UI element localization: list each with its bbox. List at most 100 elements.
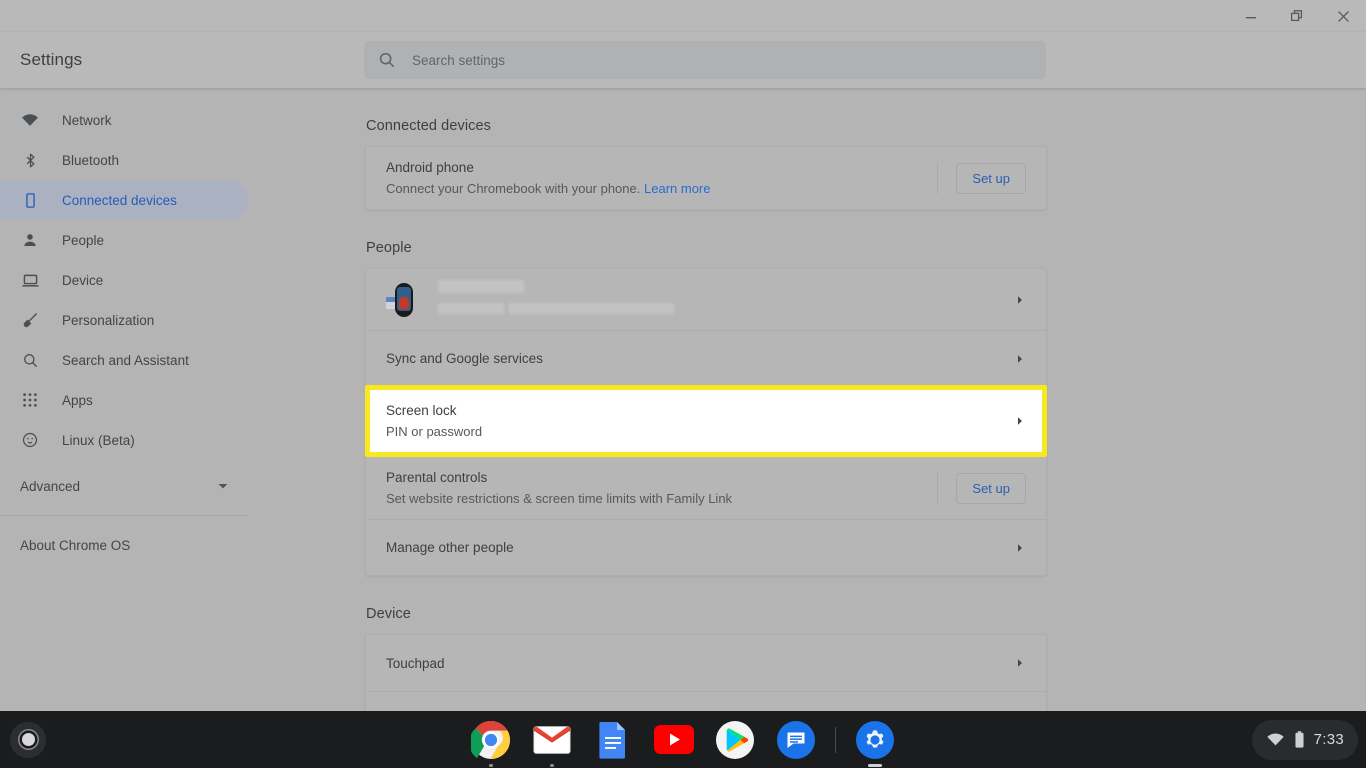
play-store-icon [716, 720, 754, 759]
row-title: Touchpad [386, 655, 445, 671]
shelf-app-settings[interactable] [853, 718, 897, 767]
row-account[interactable] [366, 269, 1046, 330]
docs-icon [599, 721, 625, 759]
shelf-apps [469, 718, 897, 767]
row-title: Parental controls [386, 470, 488, 485]
window-controls [1228, 0, 1366, 32]
shelf-app-play-store[interactable] [713, 718, 757, 762]
linux-icon [20, 430, 40, 450]
row-texts: Touchpad [386, 643, 1002, 684]
sidebar-item-search-and-assistant[interactable]: Search and Assistant [0, 340, 248, 380]
status-tray[interactable]: 7:33 [1251, 719, 1358, 760]
sidebar-item-linux-beta[interactable]: Linux (Beta) [0, 420, 248, 460]
row-screen-lock[interactable]: Screen lock PIN or password [365, 385, 1047, 457]
vertical-divider [937, 472, 939, 504]
row-manage-other-people[interactable]: Manage other people [366, 519, 1046, 575]
sidebar-item-label: Linux (Beta) [62, 432, 135, 448]
youtube-icon [654, 725, 694, 754]
sidebar-divider [0, 515, 248, 516]
row-subtitle-text: Connect your Chromebook with your phone. [386, 181, 641, 196]
row-sync-and-google-services[interactable]: Sync and Google services [366, 330, 1046, 386]
wifi-icon [1266, 730, 1285, 749]
window-titlebar [0, 0, 1366, 32]
section-title-device: Device [366, 606, 411, 622]
chevron-right-icon [1014, 415, 1026, 427]
launcher-icon [21, 733, 35, 746]
bluetooth-icon [20, 150, 40, 170]
sidebar-item-label: Bluetooth [62, 152, 120, 168]
set-up-button[interactable]: Set up [956, 472, 1026, 504]
shelf-app-gmail[interactable] [530, 718, 574, 767]
search-icon [20, 350, 40, 370]
shelf: 7:33 [0, 711, 1366, 768]
shelf-app-chrome[interactable] [469, 718, 513, 767]
sidebar-item-personalization[interactable]: Personalization [0, 300, 248, 340]
shelf-app-messages[interactable] [774, 718, 818, 762]
settings-window: Settings Search settings Network Bluetoo… [0, 0, 1366, 711]
row-title: Android phone [386, 160, 474, 175]
wifi-icon [20, 110, 40, 130]
section-title-connected-devices: Connected devices [366, 118, 492, 134]
row-action: Set up [937, 472, 1026, 504]
chevron-right-icon [1014, 353, 1026, 365]
row-android-phone[interactable]: Android phone Connect your Chromebook wi… [366, 147, 1046, 209]
sidebar-item-label: Device [62, 272, 104, 288]
restore-button[interactable] [1274, 0, 1320, 32]
row-parental-controls[interactable]: Parental controls Set website restrictio… [366, 456, 1046, 519]
row-texts: Screen lock PIN or password [386, 390, 1002, 452]
sidebar-item-label: Network [62, 112, 112, 128]
sidebar-item-advanced[interactable]: Advanced [0, 466, 360, 506]
shelf-divider [835, 726, 836, 753]
row-texts: Android phone Connect your Chromebook wi… [386, 147, 923, 209]
row-texts: Manage other people [386, 527, 1002, 568]
gmail-icon [533, 725, 571, 754]
clock: 7:33 [1313, 731, 1344, 748]
sidebar-item-apps[interactable]: Apps [0, 380, 248, 420]
sidebar-item-label: Connected devices [62, 192, 177, 208]
search-input[interactable]: Search settings [364, 41, 1046, 79]
set-up-button[interactable]: Set up [956, 162, 1026, 194]
sidebar-item-device[interactable]: Device [0, 260, 248, 300]
shelf-app-docs[interactable] [591, 718, 635, 762]
sidebar-item-people[interactable]: People [0, 220, 248, 260]
chevron-right-icon [1014, 542, 1026, 554]
grid-icon [20, 390, 40, 410]
settings-header: Settings Search settings [0, 32, 1366, 88]
person-icon [20, 230, 40, 250]
row-texts: Sync and Google services [386, 338, 1002, 379]
active-indicator [868, 763, 882, 767]
battery-icon [1294, 730, 1305, 749]
launcher-button[interactable] [10, 721, 46, 758]
sidebar-item-about-chrome-os[interactable]: About Chrome OS [0, 525, 360, 565]
sidebar-item-connected-devices[interactable]: Connected devices [0, 180, 248, 220]
sidebar-item-label: Apps [62, 392, 93, 408]
row-title: Sync and Google services [386, 351, 543, 366]
chevron-right-icon [1014, 294, 1026, 306]
chromeos-desktop: Settings Search settings Network Bluetoo… [0, 0, 1366, 768]
row-texts: Parental controls Set website restrictio… [386, 457, 923, 519]
card-connected-devices: Android phone Connect your Chromebook wi… [365, 146, 1047, 210]
row-title: Manage other people [386, 540, 514, 555]
learn-more-link[interactable]: Learn more [644, 181, 710, 196]
sidebar-item-network[interactable]: Network [0, 100, 248, 140]
row-subtitle: Set website restrictions & screen time l… [386, 491, 733, 506]
sidebar-item-label: People [62, 232, 105, 248]
account-name-redacted [438, 280, 524, 293]
row-touchpad[interactable]: Touchpad [366, 635, 1046, 691]
sidebar-item-label: Personalization [62, 312, 155, 328]
minimize-button[interactable] [1228, 0, 1274, 32]
shelf-app-youtube[interactable] [652, 718, 696, 762]
row-title: Screen lock [386, 403, 457, 418]
sidebar-item-bluetooth[interactable]: Bluetooth [0, 140, 248, 180]
search-icon [378, 51, 396, 69]
settings-content[interactable]: Connected devices Android phone Connect … [360, 88, 1366, 711]
settings-icon [856, 720, 894, 759]
row-partially-visible[interactable] [366, 691, 1046, 711]
chevron-down-icon [216, 479, 230, 493]
running-indicator [489, 763, 493, 767]
settings-sidebar: Network Bluetooth Connected devices Peop… [0, 88, 360, 711]
row-subtitle: Connect your Chromebook with your phone.… [386, 179, 923, 198]
close-button[interactable] [1320, 0, 1366, 32]
vertical-divider [937, 162, 939, 194]
row-subtitle: PIN or password [386, 424, 483, 439]
